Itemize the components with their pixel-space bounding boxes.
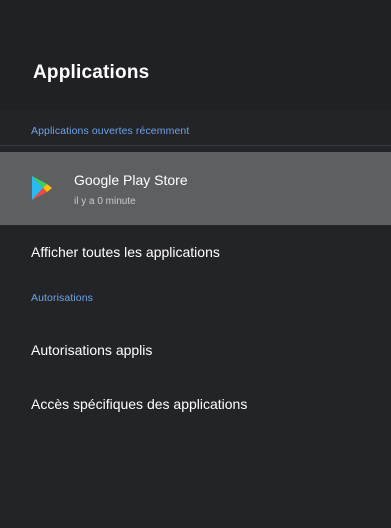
special-app-access-item[interactable]: Accès spécifiques des applications: [31, 396, 247, 412]
app-name: Google Play Store: [74, 172, 188, 188]
page-title: Applications: [33, 62, 150, 83]
google-play-icon: [32, 176, 52, 200]
show-all-apps-item[interactable]: Afficher toutes les applications: [31, 244, 220, 260]
recent-app-google-play-store[interactable]: Google Play Store il y a 0 minute: [0, 152, 391, 225]
header: Applications: [0, 0, 391, 110]
permissions-section-header: Autorisations: [31, 292, 93, 304]
section-divider: [0, 145, 391, 146]
app-last-opened: il y a 0 minute: [74, 196, 136, 207]
settings-screen: Applications Applications ouvertes récem…: [0, 0, 391, 528]
recent-apps-section-header: Applications ouvertes récemment: [31, 125, 190, 137]
app-permissions-item[interactable]: Autorisations applis: [31, 342, 152, 358]
